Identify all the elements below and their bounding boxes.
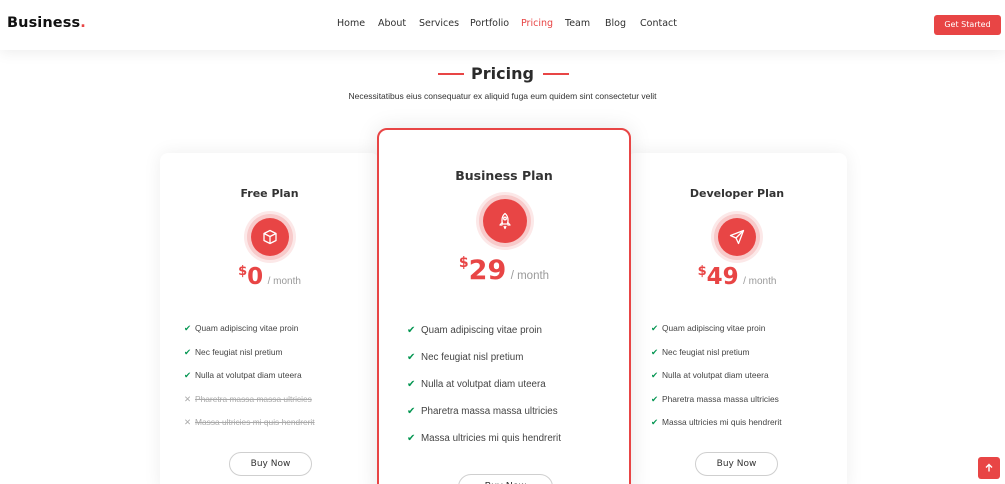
price-period: / month (267, 276, 301, 287)
feature-list: ✔ Quam adipiscing vitae proin ✔ Nec feugia… (407, 325, 561, 460)
feature-item: ✔ Nulla at volutpat diam uteera (407, 379, 546, 390)
pricing-card-developer: Developer Plan $49 / month ✔ Quam adipisc… (627, 153, 847, 484)
buy-now-button[interactable]: Buy Now (695, 452, 778, 476)
check-icon: ✔ (651, 370, 659, 380)
check-icon: ✔ (407, 379, 416, 390)
check-icon: ✔ (651, 393, 659, 404)
page-title: Pricing (471, 64, 534, 83)
send-icon (718, 218, 756, 256)
nav-about[interactable]: About (378, 18, 406, 29)
site-header: Business. Home About Services Portfolio … (0, 0, 1005, 50)
check-icon: ✔ (184, 323, 192, 333)
box-icon (251, 218, 289, 256)
check-icon: ✔ (651, 346, 659, 357)
nav-contact[interactable]: Contact (640, 18, 677, 29)
x-icon: ✕ (184, 393, 192, 404)
pricing-card-business: Business Plan $29 / month ✔ Quam adipisci… (377, 128, 631, 484)
section-title: Pricing (0, 64, 1005, 83)
check-icon: ✔ (407, 433, 416, 444)
price-amount: 49 (706, 264, 739, 290)
plan-price: $49 / month (627, 264, 847, 290)
price-period: / month (743, 276, 777, 287)
feature-item: ✔ Quam adipiscing vitae proin (407, 325, 542, 336)
check-icon: ✔ (407, 406, 416, 417)
main-nav: Home About Services Portfolio Pricing Te… (0, 18, 1005, 32)
check-icon: ✔ (407, 352, 416, 363)
feature-list: ✔ Quam adipiscing vitae proin ✔ Nec feugia… (651, 323, 782, 441)
plan-price: $29 / month (379, 255, 629, 286)
feature-item: ✔ Quam adipiscing vitae proin (651, 323, 766, 333)
x-icon: ✕ (184, 417, 192, 427)
nav-blog[interactable]: Blog (605, 18, 626, 29)
nav-team[interactable]: Team (565, 18, 590, 29)
check-icon: ✔ (651, 323, 659, 333)
plan-name: Business Plan (455, 168, 553, 183)
feature-list: ✔ Quam adipiscing vitae proin ✔ Nec feugia… (184, 323, 315, 441)
feature-item: ✔ Pharetra massa massa ultricies (651, 393, 779, 404)
feature-item: ✔ Pharetra massa massa ultricies (407, 406, 558, 417)
arrow-up-icon (985, 463, 993, 472)
price-period: / month (510, 270, 550, 282)
buy-now-button[interactable]: Buy Now (229, 452, 312, 476)
rocket-icon (483, 199, 527, 243)
feature-item: ✔ Massa ultricies mi quis hendrerit (651, 417, 782, 427)
nav-home[interactable]: Home (337, 18, 365, 29)
price-amount: 29 (468, 255, 507, 286)
title-line-left (438, 73, 464, 75)
plan-icon-halo (711, 211, 763, 263)
section-subtitle: Necessitatibus eius consequatur ex aliqu… (348, 91, 657, 101)
price-amount: 0 (247, 264, 264, 290)
price-currency: $ (238, 264, 248, 279)
plan-name: Developer Plan (689, 187, 785, 200)
feature-item-disabled: ✕ Massa ultricies mi quis hendrerit (184, 417, 315, 427)
feature-item: ✔ Nulla at volutpat diam uteera (184, 370, 302, 380)
nav-services[interactable]: Services (419, 18, 459, 29)
check-icon: ✔ (651, 417, 659, 427)
plan-icon-halo (476, 192, 534, 250)
plan-icon-halo (244, 211, 296, 263)
price-currency: $ (697, 264, 707, 279)
get-started-button[interactable]: Get Started (934, 15, 1001, 35)
nav-portfolio[interactable]: Portfolio (470, 18, 509, 29)
title-line-right (543, 73, 569, 75)
plan-name: Free Plan (240, 187, 299, 200)
plan-price: $0 / month (160, 264, 379, 290)
check-icon: ✔ (407, 325, 416, 336)
feature-item: ✔ Nec feugiat nisl pretium (651, 346, 750, 357)
feature-item: ✔ Nec feugiat nisl pretium (407, 352, 524, 363)
back-to-top-button[interactable] (978, 457, 1000, 479)
price-currency: $ (458, 255, 469, 271)
check-icon: ✔ (184, 370, 192, 380)
nav-pricing[interactable]: Pricing (521, 18, 553, 29)
feature-item: ✔ Nec feugiat nisl pretium (184, 346, 283, 357)
check-icon: ✔ (184, 346, 192, 357)
feature-item-disabled: ✕ Pharetra massa massa ultricies (184, 393, 312, 404)
feature-item: ✔ Nulla at volutpat diam uteera (651, 370, 769, 380)
feature-item: ✔ Quam adipiscing vitae proin (184, 323, 299, 333)
feature-item: ✔ Massa ultricies mi quis hendrerit (407, 433, 561, 444)
buy-now-button[interactable]: Buy Now (458, 474, 553, 484)
pricing-card-free: Free Plan $0 / month ✔ Quam adipiscing vi… (160, 153, 379, 484)
